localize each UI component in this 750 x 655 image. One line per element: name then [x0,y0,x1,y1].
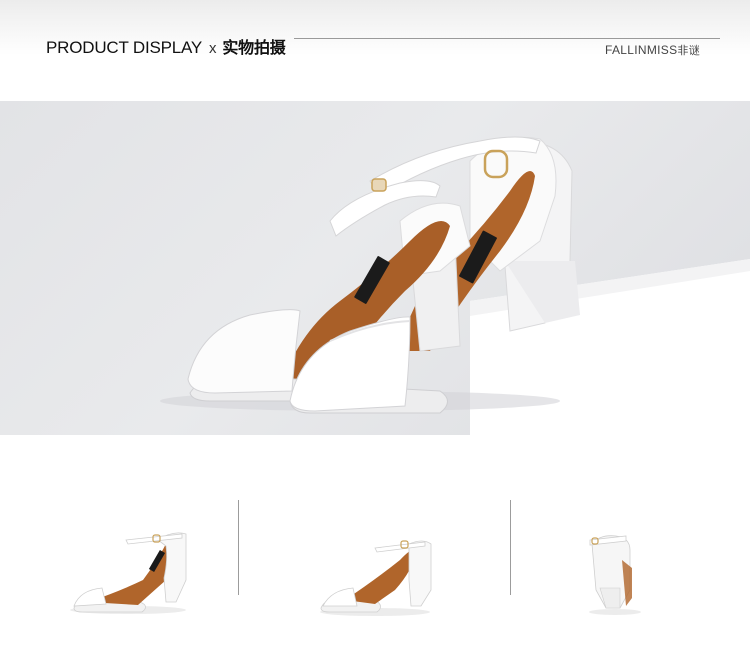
thumbnail-back-view[interactable] [560,520,720,650]
back-toe-strap [289,316,411,412]
page-title-en: PRODUCT DISPLAY [46,38,203,57]
thumbnail-divider [238,500,239,595]
brand-logo: FALLINMISS非谜 [605,42,700,58]
thumbnail-front-angle-view[interactable] [305,520,465,650]
thumbnail-divider [510,500,511,595]
front-buckle [371,178,387,192]
page-title-cn: 实物拍摄 [222,38,286,57]
hero-product-photo [0,101,750,435]
page-title: PRODUCT DISPLAY x 实物拍摄 [46,34,286,58]
brand-name-cn: 非谜 [677,44,700,57]
front-toe-strap [187,309,301,394]
brand-name-en: FALLINMISS [605,43,678,57]
thumbnail-side-view[interactable] [58,520,218,650]
title-separator: x [209,40,217,57]
header-divider [294,38,720,39]
